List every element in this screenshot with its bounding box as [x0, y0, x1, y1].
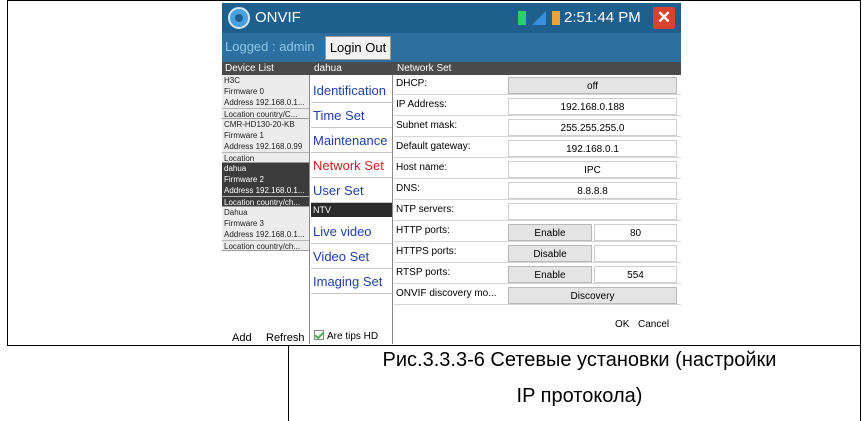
menu-identification[interactable]: Identification [311, 78, 392, 103]
dns-field[interactable]: 8.8.8.8 [508, 182, 677, 199]
device-item-h3c[interactable]: H3C Firmware 0 Address 192.168.0.1... Lo… [222, 75, 309, 119]
subnet-mask-field[interactable]: 255.255.255.0 [508, 119, 677, 136]
host-name-field[interactable]: IPC [508, 161, 677, 178]
discovery-label: ONVIF discovery mo... [396, 288, 497, 299]
menu-network-set[interactable]: Network Set [311, 153, 392, 178]
tips-label: Are tips HD [327, 331, 379, 342]
settings-menu: Identification Time Set Maintenance Netw… [311, 75, 393, 344]
app-title: ONVIF [255, 9, 301, 26]
device-location: Location country/ch... [222, 240, 309, 250]
mask-row: Subnet mask: 255.255.255.0 [394, 117, 681, 137]
caption-cell-border [288, 345, 289, 421]
ntp-label: NTP servers: [396, 204, 455, 215]
device-name: dahua [224, 164, 247, 173]
device-item-dahua-selected[interactable]: dahua Firmware 2 Address 192.168.0.1... … [222, 163, 309, 207]
current-device-header: dahua [314, 63, 342, 74]
https-port-field[interactable] [594, 245, 677, 262]
discovery-button[interactable]: Discovery [508, 287, 677, 304]
rtsp-enable-button[interactable]: Enable [508, 266, 592, 283]
gateway-row: Default gateway: 192.168.0.1 [394, 138, 681, 158]
ntp-servers-field[interactable] [508, 203, 677, 220]
http-port-field[interactable]: 80 [594, 224, 677, 241]
dhcp-label: DHCP: [396, 78, 428, 89]
title-bar: ONVIF 2:51:44 PM ✕ [222, 3, 681, 33]
http-row: HTTP ports: Enable 80 [394, 222, 681, 242]
logout-button[interactable]: Login Out [325, 36, 391, 60]
menu-imaging-set[interactable]: Imaging Set [311, 269, 392, 294]
device-location: Location country/C... [222, 108, 309, 118]
onvif-logo-icon [228, 7, 250, 29]
figure-caption-line2: IP протокола) [516, 385, 643, 407]
device-item-cmr[interactable]: CMR-HD130-20-KB Firmware 1 Address 192.1… [222, 119, 309, 163]
device-address: Address 192.168.0.1... [224, 186, 305, 195]
menu-video-set[interactable]: Video Set [311, 244, 392, 269]
rtsp-port-field[interactable]: 554 [594, 266, 677, 283]
ntv-section-header: NTV [311, 203, 392, 217]
add-button[interactable]: Add [232, 332, 252, 344]
http-label: HTTP ports: [396, 225, 450, 236]
menu-time-set[interactable]: Time Set [311, 103, 392, 128]
device-firmware: Firmware 0 [224, 87, 265, 96]
storage-icon [552, 11, 560, 25]
ip-address-field[interactable]: 192.168.0.188 [508, 98, 677, 115]
discovery-row: ONVIF discovery mo... Discovery [394, 285, 681, 305]
gateway-label: Default gateway: [396, 141, 471, 152]
device-name: Dahua [224, 208, 248, 217]
device-item-dahua-2[interactable]: Dahua Firmware 3 Address 192.168.0.1... … [222, 207, 309, 251]
https-row: HTTPS ports: Disable [394, 243, 681, 263]
mask-label: Subnet mask: [396, 120, 458, 131]
device-firmware: Firmware 1 [224, 131, 265, 140]
tips-checkbox[interactable]: Are tips HD [314, 330, 378, 342]
dns-row: DNS: 8.8.8.8 [394, 180, 681, 200]
ok-button[interactable]: OK [615, 319, 629, 330]
gateway-field[interactable]: 192.168.0.1 [508, 140, 677, 157]
battery-icon [518, 11, 526, 25]
device-location: Location [222, 152, 309, 162]
network-signal-icon [532, 11, 546, 25]
https-disable-button[interactable]: Disable [508, 245, 592, 262]
device-list-header: Device List [225, 63, 274, 74]
clock: 2:51:44 PM [564, 9, 641, 26]
network-settings-form: DHCP: off IP Address: 192.168.0.188 Subn… [394, 75, 681, 344]
dns-label: DNS: [396, 183, 420, 194]
onvif-tester-screen: ONVIF 2:51:44 PM ✕ Logged : admin Login … [222, 3, 681, 344]
column-headers: Device List dahua Network Set [222, 62, 681, 75]
rtsp-label: RTSP ports: [396, 267, 451, 278]
menu-user-set[interactable]: User Set [311, 178, 392, 203]
ntp-row: NTP servers: [394, 201, 681, 221]
device-name: H3C [224, 76, 241, 85]
panel-header: Network Set [397, 63, 452, 74]
host-row: Host name: IPC [394, 159, 681, 179]
menu-maintenance[interactable]: Maintenance [311, 128, 392, 153]
refresh-button[interactable]: Refresh [266, 332, 305, 344]
login-bar: Logged : admin Login Out [222, 33, 681, 62]
https-label: HTTPS ports: [396, 246, 457, 257]
dhcp-row: DHCP: off [394, 75, 681, 95]
device-address: Address 192.168.0.99 [224, 142, 303, 151]
close-button[interactable]: ✕ [653, 7, 675, 29]
device-list: H3C Firmware 0 Address 192.168.0.1... Lo… [222, 75, 310, 344]
device-name: CMR-HD130-20-KB [224, 120, 295, 129]
device-firmware: Firmware 2 [224, 175, 265, 184]
device-address: Address 192.168.0.1... [224, 230, 305, 239]
check-icon [314, 330, 324, 340]
rtsp-row: RTSP ports: Enable 554 [394, 264, 681, 284]
device-location: Location country/ch... [222, 196, 309, 206]
host-label: Host name: [396, 162, 448, 173]
menu-live-video[interactable]: Live video [311, 219, 392, 244]
device-address: Address 192.168.0.1... [224, 98, 305, 107]
cancel-button[interactable]: Cancel [638, 319, 669, 330]
http-enable-button[interactable]: Enable [508, 224, 592, 241]
logged-in-user: Logged : admin [225, 39, 315, 54]
ip-label: IP Address: [396, 99, 447, 110]
ip-row: IP Address: 192.168.0.188 [394, 96, 681, 116]
dhcp-toggle[interactable]: off [508, 77, 677, 94]
device-firmware: Firmware 3 [224, 219, 265, 228]
figure-caption-line1: Рис.3.3.3-6 Сетевые установки (настройки [382, 349, 777, 371]
